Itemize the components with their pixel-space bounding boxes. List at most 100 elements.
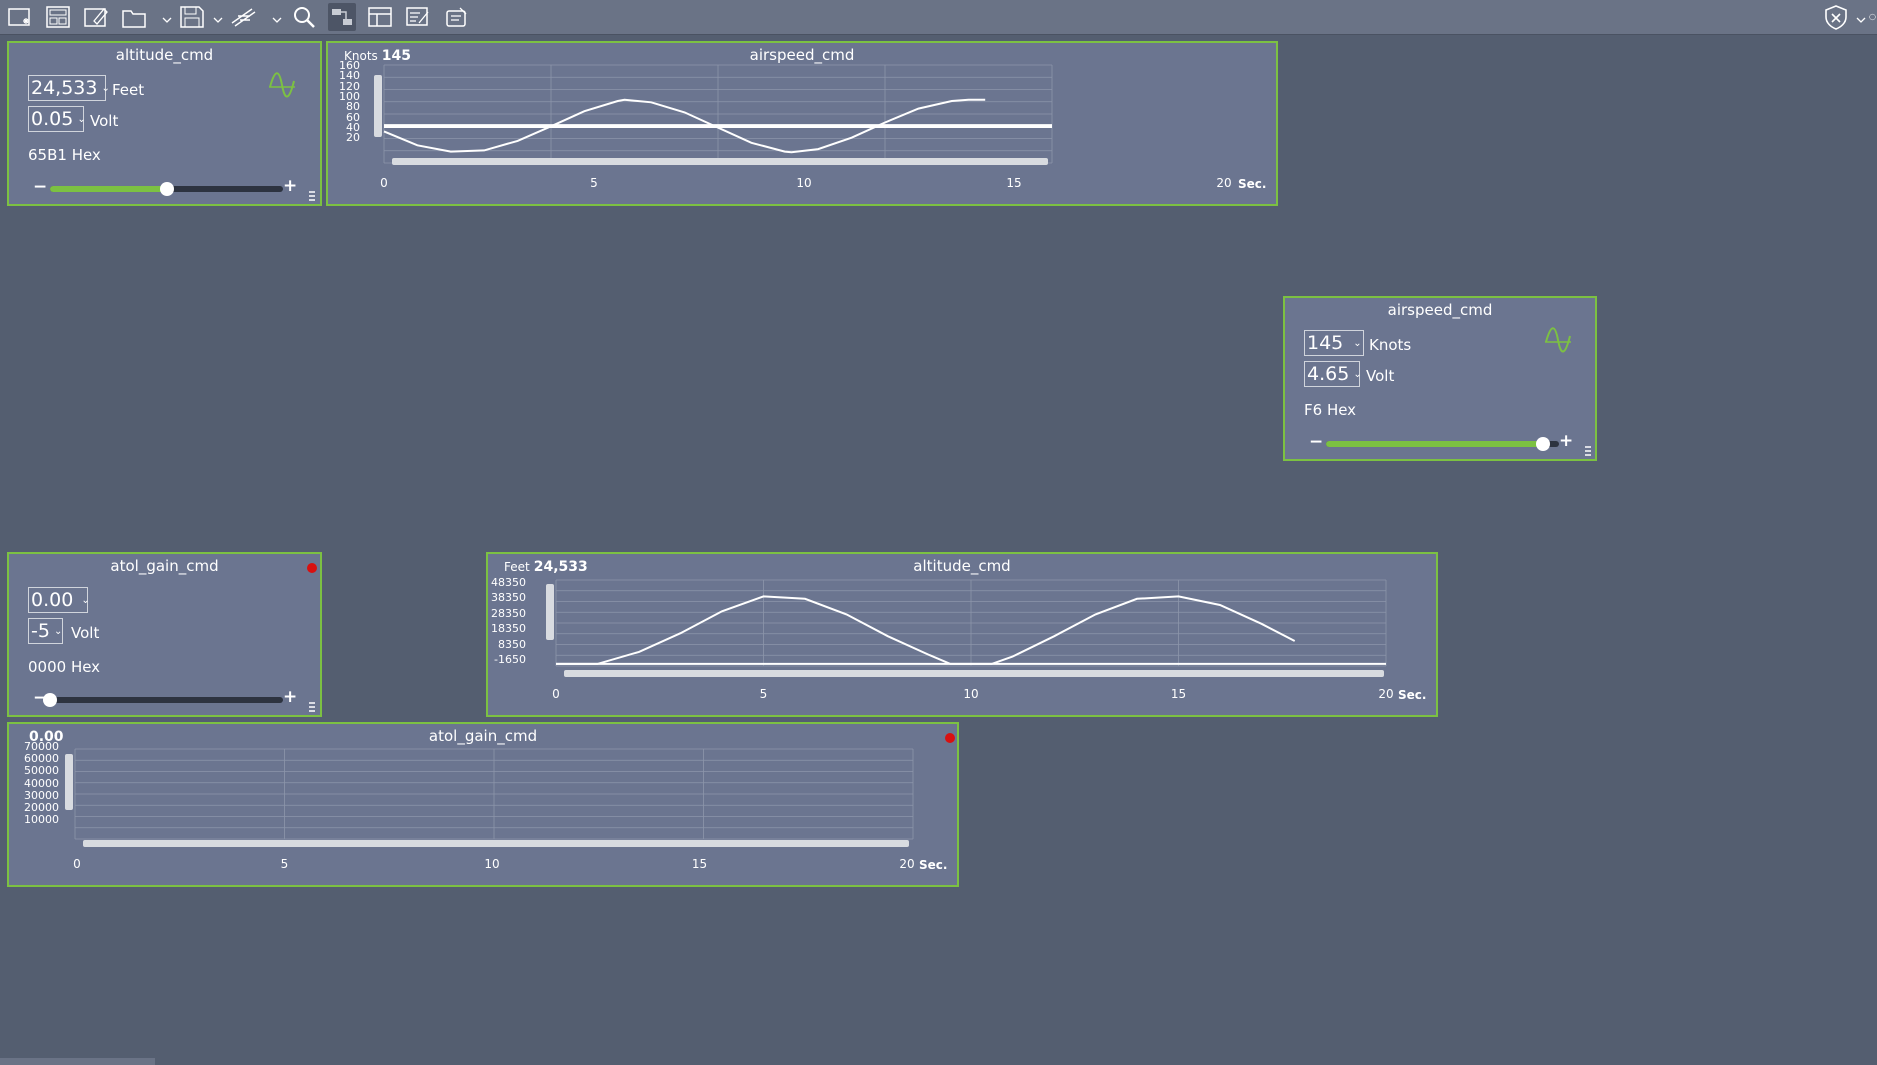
overflow-icon[interactable] bbox=[1868, 3, 1877, 31]
slider-thumb[interactable] bbox=[1535, 437, 1550, 451]
chevron-down-icon: ⌄ bbox=[77, 113, 86, 125]
hex-readout: 65B1 Hex bbox=[28, 146, 101, 164]
y-tick-label: 70000 bbox=[24, 740, 59, 753]
value-slider[interactable] bbox=[50, 182, 283, 196]
search-icon[interactable] bbox=[290, 3, 318, 31]
widget-title: altitude_cmd bbox=[115, 46, 214, 64]
altitude-control-widget[interactable]: altitude_cmd 24,533 ⌄ Feet 0.05 ⌄ Volt 65B… bbox=[7, 41, 322, 206]
x-tick-label: 0 bbox=[73, 857, 81, 871]
x-tick-label: 15 bbox=[691, 857, 708, 871]
x-unit-label: Sec. bbox=[1398, 688, 1427, 702]
volt-unit-label: Volt bbox=[90, 112, 119, 130]
value-select[interactable]: 145 ⌄ bbox=[1304, 330, 1364, 356]
altitude-chart-panel[interactable]: altitude_cmd Feet 24,533 Sec. 48350 38350 2… bbox=[486, 552, 1438, 717]
volt-select[interactable]: -5 ⌄ bbox=[28, 618, 63, 644]
save-icon[interactable] bbox=[178, 3, 206, 31]
vertical-scrollbar[interactable] bbox=[546, 584, 554, 640]
new-panel-icon[interactable] bbox=[6, 3, 34, 31]
x-tick-label: 20 bbox=[1378, 687, 1394, 701]
altitude-plot bbox=[555, 579, 1387, 667]
x-tick-label: 5 bbox=[280, 857, 289, 871]
volt-unit-label: Volt bbox=[1366, 367, 1395, 385]
horizontal-scrollbar[interactable] bbox=[83, 840, 909, 847]
table-icon[interactable] bbox=[366, 3, 394, 31]
value-text: 24,533 bbox=[31, 77, 98, 99]
atol-control-widget[interactable]: atol_gain_cmd 0.00 ⌄ -5 ⌄ Volt 0000 Hex − … bbox=[7, 552, 322, 717]
vertical-scrollbar[interactable] bbox=[65, 754, 73, 810]
airspeed-chart-panel[interactable]: airspeed_cmd Knots 145 Sec. 160 140 120 100 8… bbox=[326, 41, 1278, 206]
slider-thumb[interactable] bbox=[159, 182, 174, 196]
value-select[interactable]: 0.00 ⌄ bbox=[28, 587, 90, 613]
slider-thumb[interactable] bbox=[43, 693, 57, 707]
readout-value: 24,533 bbox=[533, 559, 588, 575]
open-folder-icon[interactable] bbox=[120, 3, 148, 31]
x-tick-label: 0 bbox=[552, 687, 560, 701]
chevron-down-icon: ⌄ bbox=[53, 625, 63, 637]
shield-icon[interactable] bbox=[1822, 3, 1850, 31]
series-line bbox=[556, 595, 1296, 665]
atol-chart-panel[interactable]: atol_gain_cmd 0.00 Sec. 70000 60000 50000 4… bbox=[7, 722, 959, 887]
x-tick-label: 20 bbox=[1216, 176, 1232, 190]
widget-title: atol_gain_cmd bbox=[110, 557, 219, 575]
increment-button[interactable]: + bbox=[283, 687, 297, 707]
readout-unit: Feet bbox=[504, 560, 530, 574]
volt-select[interactable]: 0.05 ⌄ bbox=[28, 106, 86, 132]
decrement-button[interactable]: − bbox=[33, 177, 47, 197]
y-tick-label: 20000 bbox=[24, 801, 59, 814]
horizontal-scrollbar[interactable] bbox=[392, 158, 1048, 165]
x-tick-label: 10 bbox=[963, 687, 979, 701]
x-tick-label: 10 bbox=[484, 857, 500, 871]
layout-icon[interactable] bbox=[44, 3, 72, 31]
chevron-down-icon[interactable] bbox=[1856, 10, 1866, 23]
chart-title: airspeed_cmd bbox=[749, 46, 855, 64]
y-tick-label: 8350 bbox=[498, 637, 526, 651]
atol-plot bbox=[74, 748, 914, 840]
export-icon[interactable] bbox=[442, 3, 470, 31]
y-tick-label: 30000 bbox=[24, 788, 59, 802]
y-tick-label: 38350 bbox=[491, 591, 526, 605]
edit-icon[interactable] bbox=[82, 3, 110, 31]
vertical-scrollbar[interactable] bbox=[374, 75, 382, 137]
y-tick-label: 18350 bbox=[491, 622, 526, 636]
menu-icon[interactable] bbox=[308, 698, 316, 712]
volt-unit-label: Volt bbox=[71, 624, 100, 642]
chevron-down-icon: ⌄ bbox=[1353, 337, 1362, 349]
unit-label: Feet bbox=[112, 81, 145, 99]
value-slider[interactable] bbox=[43, 693, 283, 707]
slider-fill bbox=[50, 186, 167, 192]
menu-icon[interactable] bbox=[1584, 442, 1592, 456]
waveform-icon[interactable] bbox=[1543, 326, 1573, 354]
volt-text: -5 bbox=[31, 620, 50, 642]
volt-select[interactable]: 4.65 ⌄ bbox=[1304, 361, 1362, 387]
slider-fill bbox=[1326, 441, 1543, 447]
waveform-icon[interactable] bbox=[267, 71, 297, 99]
airspeed-control-widget[interactable]: airspeed_cmd 145 ⌄ Knots 4.65 ⌄ Volt F6 He… bbox=[1283, 296, 1597, 461]
edit-list-icon[interactable] bbox=[404, 3, 432, 31]
decrement-button[interactable]: − bbox=[1309, 432, 1323, 452]
unit-label: Knots bbox=[1369, 336, 1412, 354]
menu-icon[interactable] bbox=[308, 187, 316, 201]
script-icon[interactable] bbox=[230, 3, 258, 31]
toolbar bbox=[0, 0, 1877, 35]
y-tick-label: 40000 bbox=[24, 776, 59, 790]
airspeed-plot bbox=[383, 64, 1053, 164]
value-slider[interactable] bbox=[1326, 437, 1559, 451]
value-select[interactable]: 24,533 ⌄ bbox=[28, 75, 110, 101]
horizontal-scrollbar[interactable] bbox=[564, 670, 1384, 677]
y-tick-label: 48350 bbox=[491, 576, 526, 589]
y-tick-label: 20 bbox=[346, 131, 360, 145]
volt-text: 0.05 bbox=[31, 108, 74, 130]
chevron-down-icon[interactable] bbox=[213, 10, 223, 23]
x-tick-label: 20 bbox=[899, 857, 915, 871]
chart-title: atol_gain_cmd bbox=[428, 727, 538, 745]
chevron-down-icon[interactable] bbox=[162, 10, 172, 23]
x-tick-label: 5 bbox=[759, 687, 768, 701]
x-unit-label: Sec. bbox=[919, 858, 948, 872]
increment-button[interactable]: + bbox=[283, 176, 297, 196]
increment-button[interactable]: + bbox=[1559, 431, 1573, 451]
chevron-down-icon[interactable] bbox=[272, 10, 282, 23]
connect-icon[interactable] bbox=[328, 3, 356, 31]
x-unit-label: Sec. bbox=[1238, 177, 1267, 191]
readout-value: 145 bbox=[381, 48, 412, 64]
status-strip bbox=[0, 1058, 155, 1065]
